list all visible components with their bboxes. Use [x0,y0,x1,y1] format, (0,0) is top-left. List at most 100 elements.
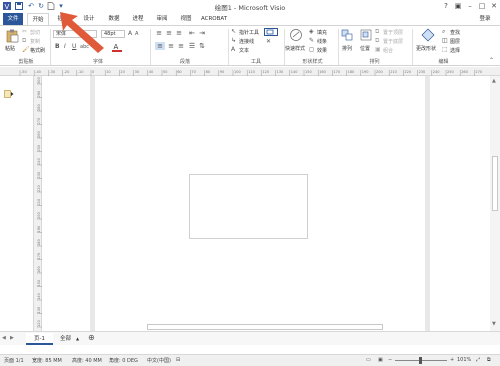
tab-view[interactable]: 视图 [175,13,197,25]
vruler-label: 170 [37,253,41,260]
quick-styles-icon[interactable] [288,28,304,42]
copy-icon: ⧉ [22,37,27,44]
position-button[interactable]: 位置 [360,45,370,52]
switch-windows-icon[interactable]: ⧉ [487,357,491,363]
paste-button[interactable]: 粘贴 [5,45,15,52]
increase-indent-icon[interactable]: ⇥ [198,29,206,37]
zoom-slider-thumb[interactable] [419,357,422,364]
add-page-icon[interactable]: ⊕ [88,333,95,342]
drawing-page[interactable] [97,76,423,331]
zoom-in-icon[interactable]: + [450,357,454,363]
align-left-icon[interactable]: ≡ [155,42,165,50]
vruler-label: 240 [37,158,41,165]
group-button[interactable]: 组合 [383,47,393,54]
connector-button[interactable]: 连接线 [239,38,254,45]
align-bottom-icon[interactable]: ≡ [175,29,183,37]
change-shape-button[interactable]: 更改形状 [416,45,436,52]
shapes-pane[interactable] [0,76,34,331]
vertical-scroll-thumb[interactable] [492,156,498,211]
all-pages-tab[interactable]: 全部 [60,333,71,345]
tab-process[interactable]: 进程 [127,13,149,25]
ruler-label: 270 [475,70,482,74]
arrange-icon[interactable] [341,29,353,41]
next-page-icon[interactable]: ▶ [10,335,14,341]
cut-button[interactable]: 剪切 [30,29,40,36]
placeholder-shape[interactable] [189,174,308,239]
ruler-label: 220 [404,70,411,74]
paste-icon[interactable] [5,29,19,43]
select-button[interactable]: 选择 [450,47,460,54]
minimize-icon[interactable]: – [464,1,476,11]
align-top-icon[interactable]: ≡ [155,29,163,37]
ruler-label: 160 [319,70,326,74]
text-tool-button[interactable]: 文本 [239,47,249,54]
grow-font-icon[interactable]: A [128,30,132,38]
horizontal-scrollbar[interactable] [147,324,383,330]
rectangle-icon[interactable] [264,28,278,36]
connection-point-icon[interactable]: ✕ [266,38,271,46]
shrink-font-icon[interactable]: A [135,30,138,38]
copy-button[interactable]: 复制 [30,38,40,45]
align-middle-icon[interactable]: ≡ [165,29,173,37]
layers-button[interactable]: 图层 [450,38,460,45]
zoom-slider[interactable] [395,357,447,364]
vruler-label: 180 [37,239,41,246]
tab-review[interactable]: 审阅 [151,13,173,25]
position-icon[interactable] [360,29,372,41]
expand-shapes-icon[interactable] [4,90,14,100]
font-color-icon[interactable]: A [112,42,122,54]
send-back-button[interactable]: 置于底层 [383,38,403,45]
change-shape-icon[interactable] [421,28,435,42]
scroll-up-icon[interactable]: ▲ [492,78,496,84]
maximize-icon[interactable]: □ [476,1,488,11]
ruler-label: -20 [64,70,70,74]
prev-page-icon[interactable]: ◀ [2,335,6,341]
ruler-label: 230 [419,70,426,74]
normal-view-icon[interactable]: ▭ [366,357,371,363]
align-center-icon[interactable]: ≡ [167,42,175,50]
full-screen-icon[interactable]: ▣ [378,357,383,363]
tab-acrobat[interactable]: ACROBAT [198,13,230,25]
decrease-indent-icon[interactable]: ⇤ [188,29,196,37]
status-angle: 角度: 0 DEG [109,358,138,364]
ruler-label: 90 [220,70,224,74]
effects-button[interactable]: 效果 [317,47,327,54]
find-button[interactable]: 查找 [450,29,460,36]
ruler-label: 210 [390,70,397,74]
horizontal-ruler: -50 -40 -30 -20 -10 0 10 20 30 40 50 60 70 80 90 100 110… [0,67,500,76]
align-right-icon[interactable]: ≡ [177,42,185,50]
pointer-tool-button[interactable]: 指针工具 [239,29,259,36]
status-page[interactable]: 页面 1/1 [4,357,24,364]
restore-ribbon-icon[interactable]: ▣ [452,1,464,11]
macro-icon[interactable]: ⊟ [176,357,180,363]
scroll-down-icon[interactable]: ▼ [492,321,496,327]
vruler-label: 280 [37,104,41,111]
vruler-label: 210 [37,199,41,206]
text-direction-icon[interactable]: ⇅ [198,42,206,50]
status-width: 宽度: 85 MM [32,358,62,364]
login-link[interactable]: 登录 [475,13,495,25]
format-painter-button[interactable]: 格式刷 [30,47,45,54]
arrange-button[interactable]: 排列 [342,45,352,52]
bullets-icon[interactable]: ☰ [188,42,196,50]
all-pages-dropdown-icon[interactable]: ▲ [76,336,79,341]
zoom-level[interactable]: 101% [457,357,471,363]
help-icon[interactable]: ? [440,1,452,11]
line-button[interactable]: 线条 [317,38,327,45]
status-language[interactable]: 中文(中国) [147,357,171,364]
fit-page-icon[interactable]: ⤢ [476,357,480,363]
fill-button[interactable]: 填充 [317,29,327,36]
page-tab-1[interactable]: 页-1 [26,333,53,345]
tab-file[interactable]: 文件 [3,13,23,25]
vertical-scrollbar[interactable]: ▲ ▼ [490,76,500,331]
quick-styles-button[interactable]: 快速样式 [285,45,305,52]
close-icon[interactable]: ✕ [488,1,500,11]
collapse-ribbon-icon[interactable]: ⌃ [489,57,494,65]
page-tabs-bar: ◀ ▶ 页-1 全部 ▲ ⊕ [0,331,500,345]
tab-home[interactable]: 开始 [27,13,49,25]
drawing-canvas[interactable] [42,76,490,331]
vruler-label: 290 [37,91,41,98]
bring-front-button[interactable]: 置于顶层 [383,29,403,36]
zoom-out-icon[interactable]: − [388,357,392,363]
ruler-label: 150 [305,70,312,74]
